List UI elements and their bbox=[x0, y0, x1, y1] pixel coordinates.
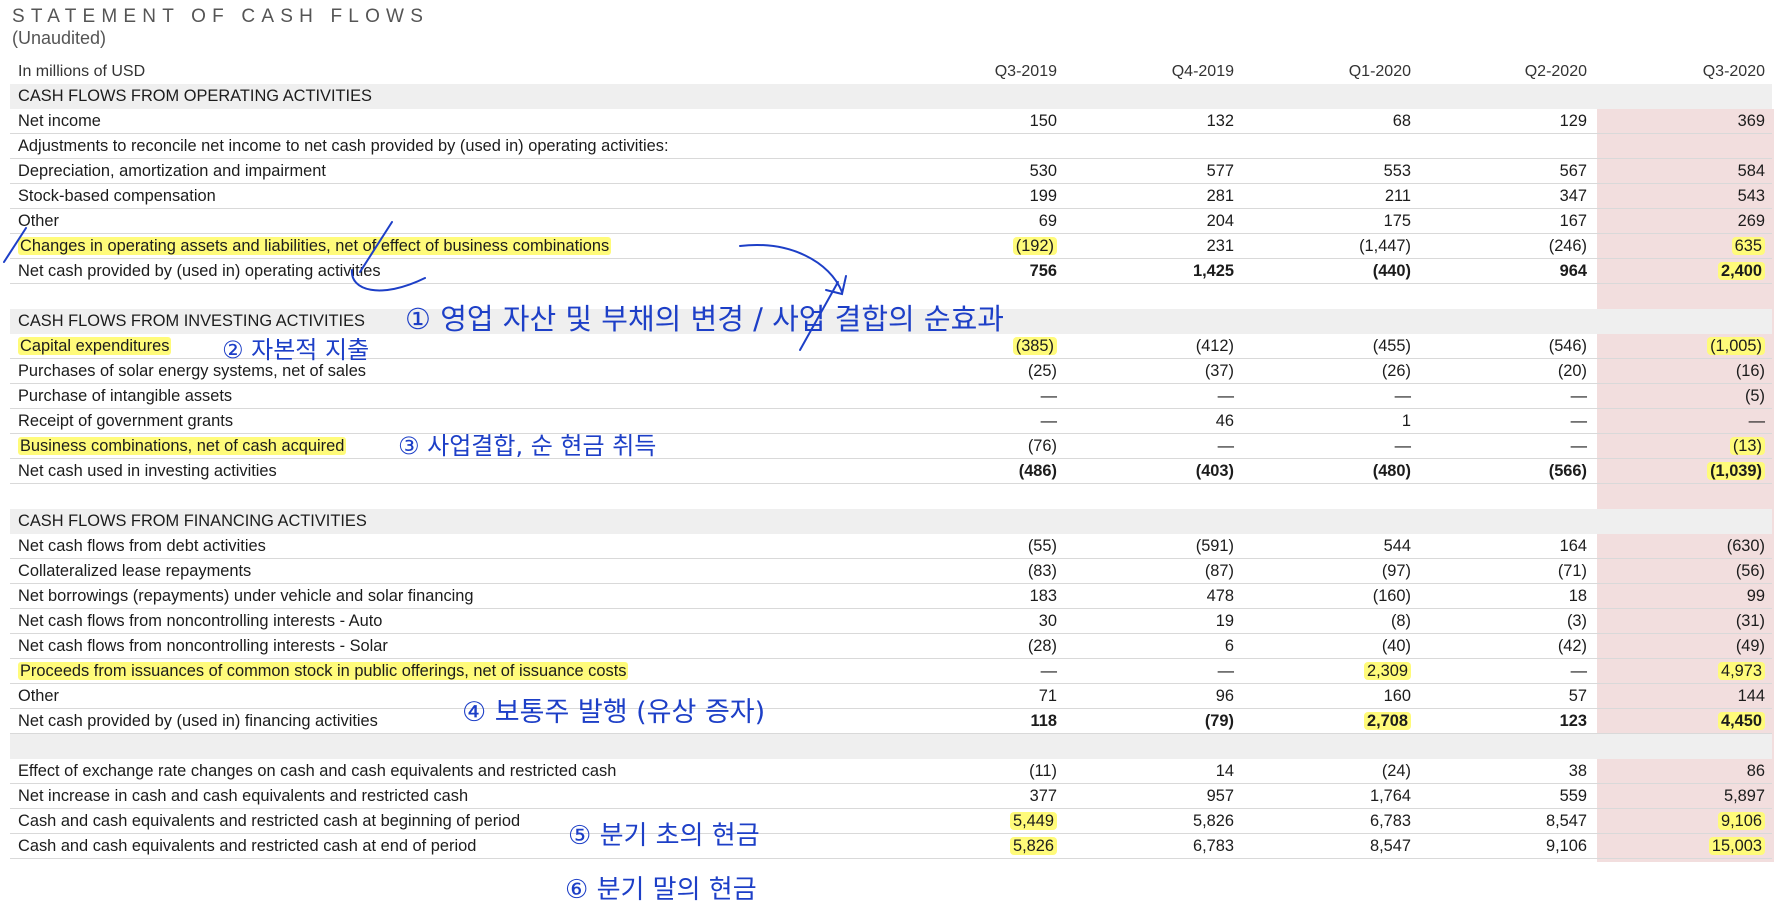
table-row: Net income 150 132 68 129 369 bbox=[10, 109, 1772, 134]
highlighted-value: (13) bbox=[1729, 437, 1765, 455]
statement-title: STATEMENT OF CASH FLOWS bbox=[12, 6, 430, 27]
period-header: Q3-2019 bbox=[994, 63, 1057, 80]
table-row: Receipt of government grants — 46 1 — — bbox=[10, 409, 1772, 434]
section-header-investing: CASH FLOWS FROM INVESTING ACTIVITIES bbox=[10, 309, 1772, 334]
table-row-total: Net cash provided by (used in) financing… bbox=[10, 709, 1772, 734]
table-row: Net cash flows from noncontrolling inter… bbox=[10, 609, 1772, 634]
highlighted-label: Proceeds from issuances of common stock … bbox=[18, 662, 629, 680]
highlighted-value: (385) bbox=[1012, 337, 1057, 355]
table-row-total: Net cash used in investing activities (4… bbox=[10, 459, 1772, 484]
highlighted-value: (1,039) bbox=[1707, 462, 1765, 480]
cash-flow-table: In millions of USD Q3-2019 Q4-2019 Q1-20… bbox=[10, 59, 1772, 859]
highlighted-value: 15,003 bbox=[1708, 837, 1765, 855]
period-header: Q3-2020 bbox=[1702, 63, 1765, 80]
spacer-row bbox=[10, 484, 1772, 509]
table-row: Purchases of solar energy systems, net o… bbox=[10, 359, 1772, 384]
table-header-row: In millions of USD Q3-2019 Q4-2019 Q1-20… bbox=[10, 59, 1772, 84]
table-row: Other 69 204 175 167 269 bbox=[10, 209, 1772, 234]
table-row: Other 71 96 160 57 144 bbox=[10, 684, 1772, 709]
period-header: Q4-2019 bbox=[1171, 63, 1234, 80]
annotation-6: ⑥ 분기 말의 현금 bbox=[565, 875, 757, 905]
table-row: Adjustments to reconcile net income to n… bbox=[10, 134, 1772, 159]
spacer-row bbox=[10, 734, 1772, 759]
table-row: Net cash flows from debt activities (55)… bbox=[10, 534, 1772, 559]
table-row: Purchase of intangible assets — — — — (5… bbox=[10, 384, 1772, 409]
table-row: Depreciation, amortization and impairmen… bbox=[10, 159, 1772, 184]
highlighted-value: 2,309 bbox=[1363, 662, 1411, 680]
table-row: Cash and cash equivalents and restricted… bbox=[10, 834, 1772, 859]
highlighted-value: (1,005) bbox=[1707, 337, 1765, 355]
table-row: Proceeds from issuances of common stock … bbox=[10, 659, 1772, 684]
highlighted-value: 4,450 bbox=[1717, 712, 1765, 730]
period-header: Q1-2020 bbox=[1348, 63, 1411, 80]
highlighted-label: Changes in operating assets and liabilit… bbox=[18, 237, 612, 255]
spacer-row bbox=[10, 284, 1772, 309]
highlighted-value: 2,708 bbox=[1363, 712, 1411, 730]
table-row: Net increase in cash and cash equivalent… bbox=[10, 784, 1772, 809]
table-row: Business combinations, net of cash acqui… bbox=[10, 434, 1772, 459]
table-row: Effect of exchange rate changes on cash … bbox=[10, 759, 1772, 784]
period-header: Q2-2020 bbox=[1524, 63, 1587, 80]
highlighted-value: 4,973 bbox=[1717, 662, 1765, 680]
units-label: In millions of USD bbox=[18, 63, 146, 80]
table-row-total: Net cash provided by (used in) operating… bbox=[10, 259, 1772, 284]
highlighted-value: (192) bbox=[1012, 237, 1057, 255]
highlighted-label: Capital expenditures bbox=[18, 337, 172, 355]
table-row: Changes in operating assets and liabilit… bbox=[10, 234, 1772, 259]
table-row: Net borrowings (repayments) under vehicl… bbox=[10, 584, 1772, 609]
section-header-operating: CASH FLOWS FROM OPERATING ACTIVITIES bbox=[10, 84, 1772, 109]
section-header-financing: CASH FLOWS FROM FINANCING ACTIVITIES bbox=[10, 509, 1772, 534]
highlighted-label: Business combinations, net of cash acqui… bbox=[18, 437, 347, 455]
table-row: Net cash flows from noncontrolling inter… bbox=[10, 634, 1772, 659]
highlighted-value: 5,826 bbox=[1009, 837, 1057, 855]
table-row: Collateralized lease repayments (83) (87… bbox=[10, 559, 1772, 584]
highlighted-value: 635 bbox=[1731, 237, 1765, 255]
highlighted-value: 5,449 bbox=[1009, 812, 1057, 830]
statement-subtitle: (Unaudited) bbox=[12, 28, 107, 48]
table-row: Stock-based compensation 199 281 211 347… bbox=[10, 184, 1772, 209]
table-row: Cash and cash equivalents and restricted… bbox=[10, 809, 1772, 834]
highlighted-value: 2,400 bbox=[1717, 262, 1765, 280]
highlighted-value: 9,106 bbox=[1717, 812, 1765, 830]
table-row: Capital expenditures (385) (412) (455) (… bbox=[10, 334, 1772, 359]
